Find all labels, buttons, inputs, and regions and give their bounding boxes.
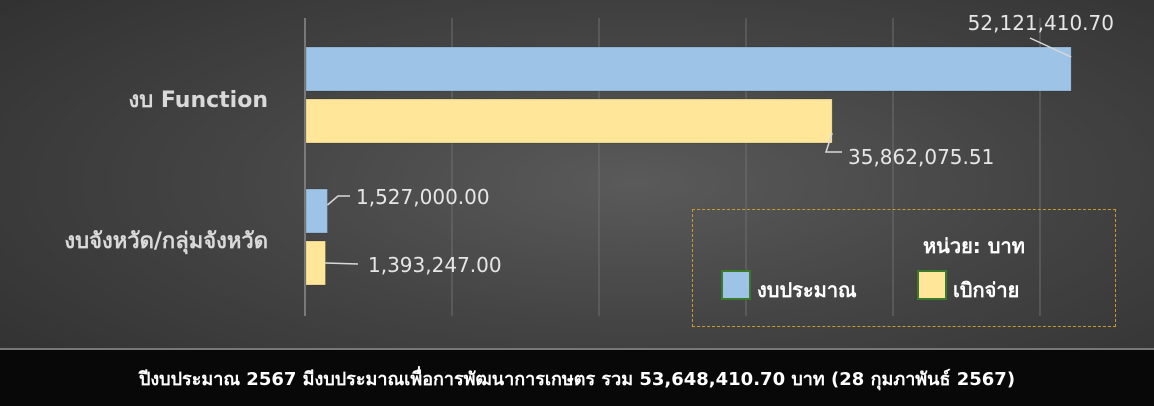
bar-disbursed (305, 98, 833, 144)
data-label: 1,527,000.00 (356, 185, 490, 209)
legend-swatch-disbursed (917, 270, 947, 300)
data-label: 52,121,410.70 (968, 11, 1114, 35)
data-label: 35,862,075.51 (848, 145, 994, 169)
legend-unit-label: หน่วย: บาท (923, 234, 1025, 258)
category-label: งบ Function (129, 88, 269, 113)
data-label: 1,393,247.00 (368, 253, 502, 277)
legend: หน่วย: บาท งบประมาณ เบิกจ่าย (692, 209, 1116, 327)
legend-item-budget: งบประมาณ (721, 268, 857, 302)
bar-budget (305, 46, 1072, 92)
legend-label-disbursed: เบิกจ่าย (953, 278, 1020, 302)
bar-budget (305, 188, 328, 234)
legend-swatch-budget (721, 270, 751, 300)
leader-line (325, 262, 359, 265)
footer-text: ปีงบประมาณ 2567 มีงบประมาณเพื่อการพัฒนาก… (138, 368, 1016, 390)
legend-item-disbursed: เบิกจ่าย (917, 268, 1019, 302)
legend-label-budget: งบประมาณ (757, 278, 857, 302)
bar-disbursed (305, 240, 326, 286)
chart-area: งบ Function 52,121,410.70 35,862,075.51 งบจ… (0, 0, 1154, 340)
leader-line (326, 195, 350, 206)
footer-banner: ปีงบประมาณ 2567 มีงบประมาณเพื่อการพัฒนาก… (0, 348, 1154, 406)
category-label: งบจังหวัด/กลุ่มจังหวัด (64, 229, 268, 255)
